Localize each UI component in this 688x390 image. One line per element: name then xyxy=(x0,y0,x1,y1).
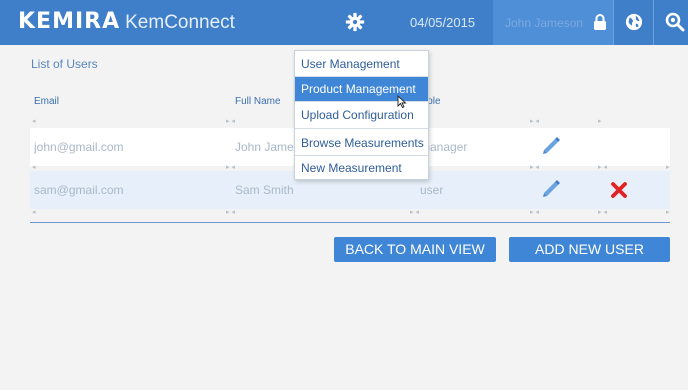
row-email: sam@gmail.com xyxy=(34,183,124,197)
menu-divider xyxy=(295,101,428,102)
gear-icon[interactable] xyxy=(345,12,365,32)
edit-icon[interactable] xyxy=(540,134,562,156)
row-scrollbar: ◂ ▸ ◂ ▸ ◂ ▸ ◂ ▸ ◂ ▸ xyxy=(32,209,670,216)
current-date: 04/05/2015 xyxy=(410,15,476,30)
language-button[interactable] xyxy=(613,0,653,45)
edit-icon[interactable] xyxy=(540,177,562,199)
globe-icon xyxy=(625,13,643,31)
row-email: john@gmail.com xyxy=(34,140,124,154)
cursor-icon xyxy=(397,95,407,108)
delete-icon[interactable] xyxy=(611,182,627,198)
menu-divider xyxy=(295,128,428,129)
top-navbar: KEMIRA KemConnect 04/05/2015 John Jameso… xyxy=(0,0,688,45)
menu-item-user-management[interactable]: User Management xyxy=(295,52,428,76)
search-icon xyxy=(665,12,685,32)
user-menu[interactable]: John Jameson xyxy=(493,0,613,45)
column-header-email[interactable]: Email xyxy=(34,96,59,107)
lock-icon[interactable] xyxy=(593,13,607,31)
app-name: KemConnect xyxy=(125,12,235,33)
table-divider xyxy=(30,222,670,223)
brand[interactable]: KEMIRA KemConnect xyxy=(18,9,235,34)
menu-item-browse-measurements[interactable]: Browse Measurements xyxy=(295,131,428,155)
settings-dropdown-menu: User Management Product Management Uploa… xyxy=(294,50,429,180)
menu-item-product-management[interactable]: Product Management xyxy=(295,77,428,101)
username: John Jameson xyxy=(505,16,584,30)
row-role: user xyxy=(420,183,444,197)
menu-item-upload-configuration[interactable]: Upload Configuration xyxy=(295,103,428,127)
back-to-main-view-button[interactable]: BACK TO MAIN VIEW xyxy=(334,237,496,262)
page-title: List of Users xyxy=(31,57,98,71)
column-header-full-name[interactable]: Full Name xyxy=(235,96,281,107)
row-full-name: Sam Smith xyxy=(235,183,294,197)
search-button[interactable] xyxy=(653,0,688,45)
brand-logo: KEMIRA xyxy=(18,9,121,34)
add-new-user-button[interactable]: ADD NEW USER xyxy=(509,237,670,262)
menu-item-new-measurement[interactable]: New Measurement xyxy=(295,156,428,180)
